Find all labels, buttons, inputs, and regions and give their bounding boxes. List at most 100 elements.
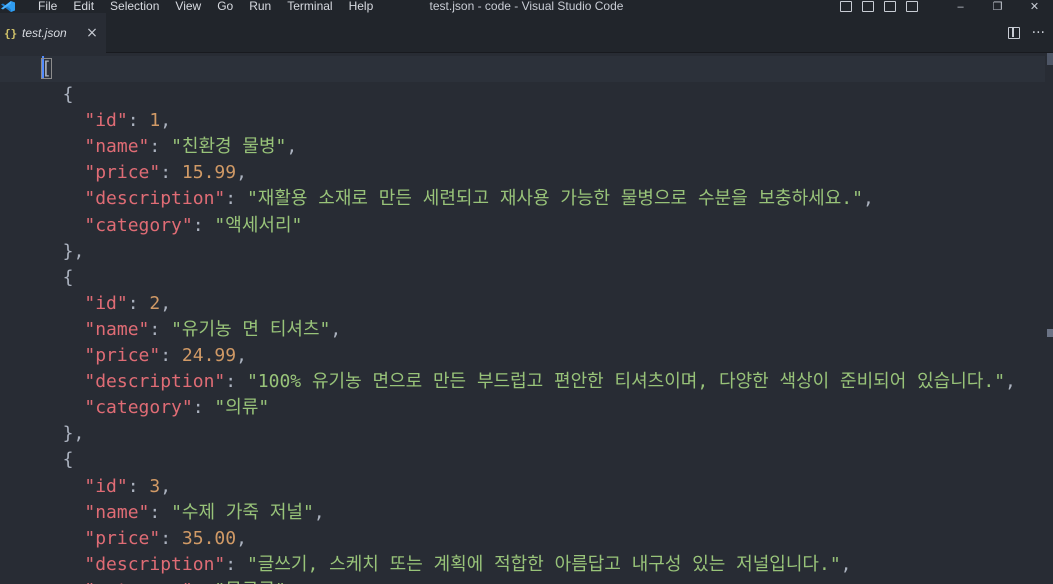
vscode-logo-icon <box>0 0 18 13</box>
code-line[interactable]: "price": 15.99, <box>41 160 1016 186</box>
code-punctuation: , <box>840 553 852 575</box>
code-punctuation: : <box>127 475 150 497</box>
json-string: "유기농 면 티셔츠" <box>171 318 331 340</box>
code-line[interactable]: "description": "글쓰기, 스케치 또는 계획에 적합한 아름답고… <box>41 552 1016 578</box>
json-key: "name" <box>84 136 150 158</box>
code-line[interactable]: "id": 2, <box>41 291 1016 317</box>
json-key: "category" <box>84 580 192 584</box>
json-number: 15.99 <box>181 162 237 184</box>
code-punctuation: : <box>127 110 150 132</box>
menu-terminal[interactable]: Terminal <box>279 0 340 13</box>
json-key: "id" <box>84 475 128 497</box>
code-punctuation: : <box>160 527 182 549</box>
json-number: 2 <box>149 292 161 314</box>
code-punctuation: , <box>160 292 172 314</box>
tab-bar: {} test.json × ··· <box>0 13 1053 53</box>
code-line[interactable]: "name": "유기농 면 티셔츠", <box>41 317 1016 343</box>
code-line[interactable]: "id": 1, <box>41 108 1016 134</box>
code-line[interactable]: }, <box>41 421 1016 447</box>
code-punctuation: : <box>160 162 182 184</box>
customize-layout-icon[interactable] <box>840 1 852 12</box>
split-editor-icon[interactable] <box>1007 27 1020 39</box>
code-punctuation <box>41 371 84 392</box>
code-line[interactable]: { <box>41 265 1016 291</box>
toggle-panel-icon[interactable] <box>884 1 896 12</box>
menu-help[interactable]: Help <box>341 0 382 13</box>
code-punctuation: , <box>862 188 874 210</box>
toggle-sidebar-icon[interactable] <box>862 1 874 12</box>
json-key: "name" <box>84 501 150 523</box>
close-icon[interactable]: ✕ <box>1016 0 1053 13</box>
scrollbar-thumb[interactable] <box>1047 53 1053 65</box>
code-line[interactable]: "price": 35.00, <box>41 526 1016 552</box>
menu-selection[interactable]: Selection <box>102 0 167 13</box>
code-punctuation: }, <box>41 240 85 262</box>
code-line[interactable]: "name": "친환경 물병", <box>41 134 1016 160</box>
code-punctuation <box>41 528 84 549</box>
code-punctuation: : <box>193 580 215 584</box>
code-punctuation: : <box>225 553 247 575</box>
json-string: "100% 유기농 면으로 만든 부드럽고 편안한 티셔츠이며, 다양한 색상이… <box>246 371 1006 393</box>
minimize-icon[interactable]: – <box>942 0 979 13</box>
code-line[interactable]: "name": "수제 가죽 저널", <box>41 500 1016 526</box>
json-key: "category" <box>84 397 193 419</box>
code-line[interactable]: "category": "액세서리" <box>41 213 1016 239</box>
code-punctuation <box>41 162 84 183</box>
code-punctuation <box>41 319 84 340</box>
code-line[interactable]: [ <box>41 56 1016 82</box>
json-file-icon: {} <box>4 26 18 40</box>
code-editor[interactable]: [ { "id": 1, "name": "친환경 물병", "price": … <box>0 53 1053 584</box>
code-punctuation: }, <box>41 423 85 445</box>
code-line[interactable]: "category": "문구류" <box>41 578 1016 584</box>
code-punctuation: : <box>160 345 182 367</box>
code-punctuation: { <box>41 84 74 106</box>
json-key: "category" <box>84 214 193 236</box>
code-line[interactable]: { <box>41 447 1016 473</box>
editor-actions: ··· <box>1007 13 1045 53</box>
more-actions-icon[interactable]: ··· <box>1032 25 1045 41</box>
title-bar: File Edit Selection View Go Run Terminal… <box>0 0 1053 13</box>
json-key: "description" <box>84 553 226 575</box>
code-line[interactable]: { <box>41 82 1016 108</box>
json-string: "수제 가죽 저널" <box>171 501 314 523</box>
json-string: "글쓰기, 스케치 또는 계획에 적합한 아름답고 내구성 있는 저널입니다." <box>246 553 841 575</box>
code-punctuation <box>41 110 84 131</box>
code-punctuation: , <box>160 110 172 132</box>
code-punctuation: : <box>149 318 172 340</box>
tab-close-icon[interactable]: × <box>86 25 98 41</box>
tab-label: test.json <box>22 26 67 40</box>
code-line[interactable]: }, <box>41 239 1016 265</box>
tab-test-json[interactable]: {} test.json × <box>0 13 106 53</box>
toggle-secondary-sidebar-icon[interactable] <box>906 1 918 12</box>
code-punctuation <box>41 345 84 366</box>
code-punctuation <box>41 136 84 157</box>
json-key: "description" <box>84 188 226 210</box>
title-actions: – ❐ ✕ <box>840 0 1053 13</box>
json-key: "price" <box>84 345 161 367</box>
vertical-scrollbar[interactable] <box>1045 53 1053 584</box>
code-punctuation: , <box>236 162 247 184</box>
code-line[interactable]: "price": 24.99, <box>41 343 1016 369</box>
code-line[interactable]: "id": 3, <box>41 474 1016 500</box>
menu-go[interactable]: Go <box>209 0 241 13</box>
code-punctuation <box>41 397 84 418</box>
menu-run[interactable]: Run <box>241 0 279 13</box>
code-punctuation: , <box>236 527 247 549</box>
code-punctuation: : <box>192 214 215 236</box>
menu-view[interactable]: View <box>167 0 209 13</box>
json-number: 3 <box>149 475 161 497</box>
code-line[interactable]: "category": "의류" <box>41 395 1016 421</box>
text-cursor <box>41 56 44 78</box>
code-line[interactable]: "description": "재활용 소재로 만든 세련되고 재사용 가능한 … <box>41 186 1016 212</box>
menu-file[interactable]: File <box>30 0 65 13</box>
restore-icon[interactable]: ❐ <box>979 0 1016 13</box>
json-key: "id" <box>84 292 128 314</box>
code-punctuation: : <box>149 136 172 158</box>
menu-edit[interactable]: Edit <box>65 0 102 13</box>
code-punctuation: : <box>192 397 215 419</box>
code-content[interactable]: [ { "id": 1, "name": "친환경 물병", "price": … <box>41 56 1016 584</box>
code-line[interactable]: "description": "100% 유기농 면으로 만든 부드럽고 편안한… <box>41 369 1016 395</box>
scrollbar-marker <box>1047 329 1053 337</box>
code-punctuation: : <box>225 188 247 210</box>
json-key: "price" <box>84 162 161 184</box>
